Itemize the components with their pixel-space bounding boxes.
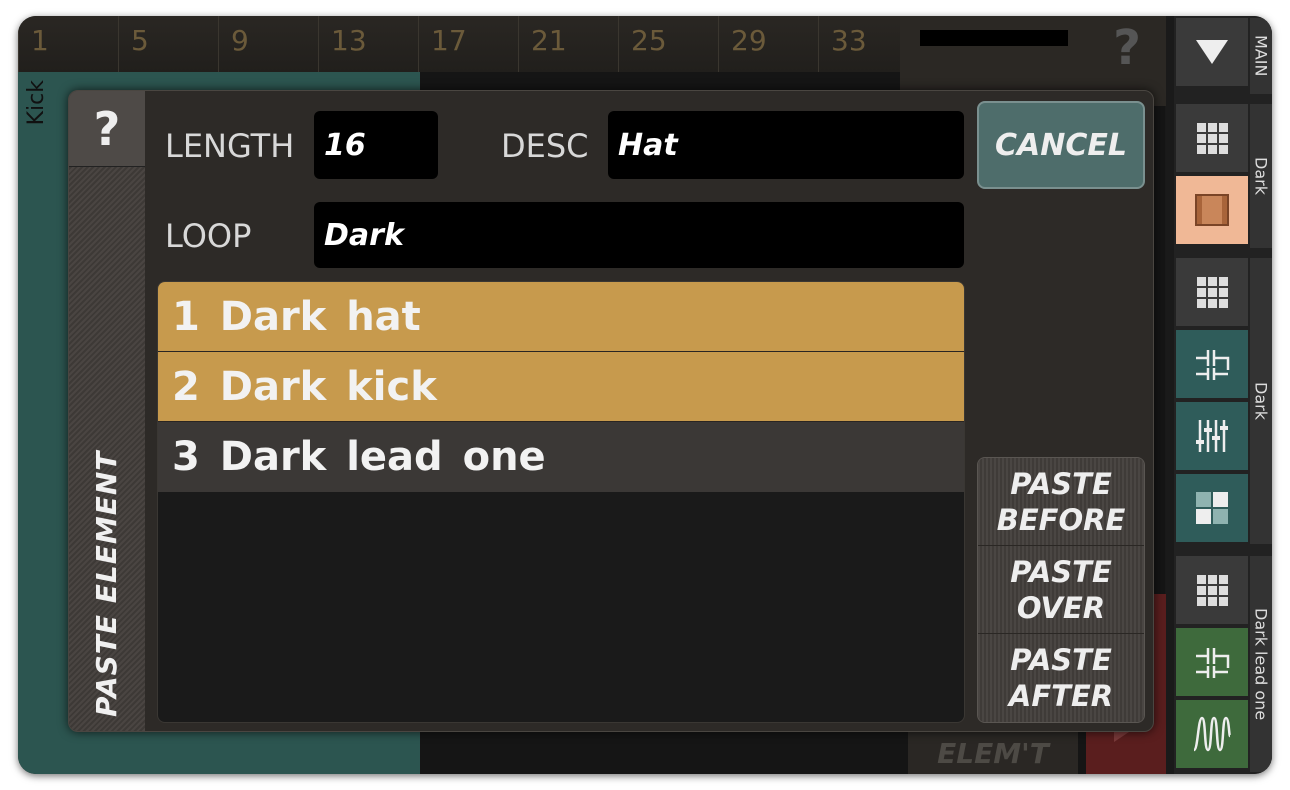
triangle-down-icon bbox=[1196, 40, 1228, 64]
ruler-tick: 17 bbox=[418, 16, 518, 72]
sidebar-section-song: Dark bbox=[1250, 258, 1272, 544]
song-grid-button[interactable] bbox=[1176, 258, 1248, 326]
desc-field[interactable]: Hat bbox=[608, 111, 964, 179]
paste-after-button[interactable]: PASTE AFTER bbox=[978, 634, 1144, 722]
loop-field[interactable]: Dark bbox=[314, 202, 964, 268]
connector-icon bbox=[1196, 648, 1230, 678]
ruler-tick: 9 bbox=[218, 16, 318, 72]
length-field[interactable]: 16 bbox=[314, 111, 438, 179]
loop-pattern-button[interactable] bbox=[1176, 176, 1248, 244]
paste-button-group: PASTE BEFORE PASTE OVER PASTE AFTER bbox=[977, 457, 1145, 723]
list-item[interactable]: 3 Dark lead one bbox=[158, 422, 964, 492]
element-list: 1 Dark hat 2 Dark kick 3 Dark lead one bbox=[157, 281, 965, 723]
paste-over-button[interactable]: PASTE OVER bbox=[978, 546, 1144, 634]
list-item[interactable]: 2 Dark kick bbox=[158, 352, 964, 422]
loop-grid-button[interactable] bbox=[1176, 104, 1248, 172]
paste-element-dialog: ? PASTE ELEMENT LENGTH 16 DESC Hat LOOP … bbox=[68, 90, 1154, 732]
loop-label: LOOP bbox=[165, 217, 252, 255]
instrument-connector-button[interactable] bbox=[1176, 628, 1248, 696]
dialog-title: PASTE ELEMENT bbox=[90, 450, 123, 717]
track-label: Kick bbox=[24, 80, 49, 126]
instrument-wave-button[interactable] bbox=[1176, 700, 1248, 768]
length-label: LENGTH bbox=[165, 127, 295, 165]
instrument-grid-button[interactable] bbox=[1176, 556, 1248, 624]
background-help-button: ? bbox=[1113, 20, 1141, 76]
ruler-tick: 13 bbox=[318, 16, 418, 72]
ruler-tick: 21 bbox=[518, 16, 618, 72]
timeline-ruler: 1 5 9 13 17 21 25 29 33 bbox=[18, 16, 900, 72]
collapse-button[interactable] bbox=[1176, 18, 1248, 86]
connector-icon bbox=[1196, 350, 1230, 380]
pattern-icon bbox=[1195, 194, 1229, 226]
song-blocks-button[interactable] bbox=[1176, 474, 1248, 542]
song-connector-button[interactable] bbox=[1176, 330, 1248, 398]
grid-icon bbox=[1196, 122, 1228, 154]
grid-icon bbox=[1196, 276, 1228, 308]
desc-label: DESC bbox=[501, 127, 589, 165]
ruler-tick: 1 bbox=[18, 16, 118, 72]
sidebar-section-loop: Dark bbox=[1250, 104, 1272, 248]
paste-before-button[interactable]: PASTE BEFORE bbox=[978, 458, 1144, 546]
song-mixer-button[interactable] bbox=[1176, 402, 1248, 470]
right-sidebar: MAIN Dark Dark Dark lead one bbox=[1174, 16, 1272, 774]
ruler-tick: 29 bbox=[718, 16, 818, 72]
sidebar-section-instrument: Dark lead one bbox=[1250, 556, 1272, 772]
sidebar-section-main: MAIN bbox=[1250, 18, 1272, 94]
blocks-icon bbox=[1196, 492, 1228, 524]
ruler-tick: 5 bbox=[118, 16, 218, 72]
grid-icon bbox=[1196, 574, 1228, 606]
mixer-icon bbox=[1196, 420, 1228, 452]
waveform-icon bbox=[1192, 716, 1232, 752]
cancel-button[interactable]: CANCEL bbox=[977, 101, 1145, 189]
background-level-bar bbox=[920, 30, 1068, 46]
help-button[interactable]: ? bbox=[69, 91, 145, 167]
app-window: 1 5 9 13 17 21 25 29 33 Kick ? DELETEELE… bbox=[18, 16, 1272, 774]
dialog-side-strip: ? PASTE ELEMENT bbox=[69, 91, 145, 731]
list-item[interactable]: 1 Dark hat bbox=[158, 282, 964, 352]
ruler-tick: 25 bbox=[618, 16, 718, 72]
